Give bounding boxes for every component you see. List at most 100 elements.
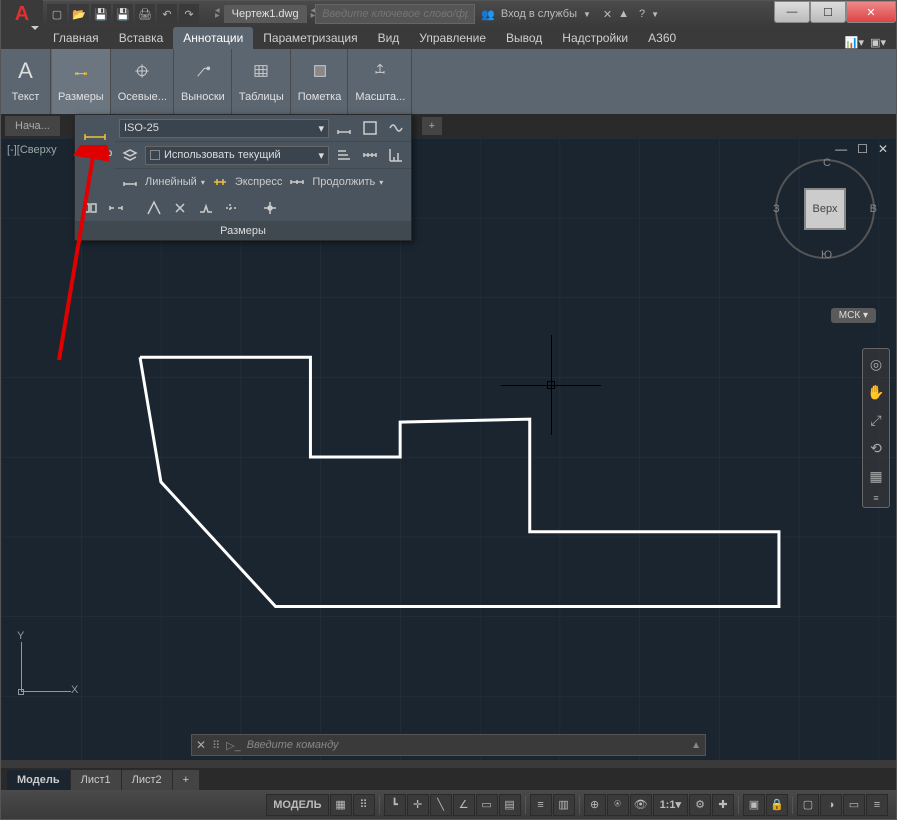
nav-expand-icon[interactable]: ≡ [865,493,887,503]
ribbon-minimize-icon[interactable]: ▣▾ [870,36,886,49]
dim-update-icon[interactable] [333,118,355,138]
nav-pan-icon[interactable]: ✋ [865,381,887,403]
tab-tools-icon[interactable]: 📊▾ [845,36,864,49]
dim-style-dropdown[interactable]: ISO-25▾ [119,119,329,138]
dim-reassoc-icon[interactable] [259,198,281,218]
search-input[interactable] [315,4,475,24]
new-file-tab-button[interactable]: + [422,117,442,135]
status-lockui-icon[interactable]: 🔒 [766,794,788,816]
status-otrack-icon[interactable]: ▤ [499,794,521,816]
status-ortho-icon[interactable]: ┗ [384,794,406,816]
ribbon-panel-centerlines[interactable]: Осевые... [112,49,174,114]
tab-a360[interactable]: A360 [638,27,686,49]
tab-view[interactable]: Вид [368,27,410,49]
dim-linear-label[interactable]: Линейный [145,176,197,188]
ribbon-panel-scale[interactable]: Масшта... [349,49,412,114]
dim-chain-icon[interactable] [359,145,381,165]
dim-baseline-icon[interactable] [333,145,355,165]
app-menu-button[interactable]: A [1,0,43,34]
close-button[interactable]: ✕ [846,1,896,23]
ribbon-panel-leaders[interactable]: Выноски [175,49,232,114]
dim-quick-label[interactable]: Экспресс [235,176,283,188]
maximize-button[interactable]: ☐ [810,1,846,23]
dim-override-icon[interactable] [359,118,381,138]
layout-tab-add[interactable]: + [173,770,199,790]
status-polar-icon[interactable]: ✛ [407,794,429,816]
layout-tab-sheet1[interactable]: Лист1 [71,770,121,790]
status-grid-icon[interactable]: ▦ [330,794,352,816]
ribbon-panel-dimensions[interactable]: Размеры [52,49,111,114]
status-units-icon[interactable]: ✚ [712,794,734,816]
dim-center-icon[interactable] [169,198,191,218]
status-annomonitor-icon[interactable]: ⊕ [584,794,606,816]
dim-space-icon[interactable] [105,198,127,218]
dim-jog-icon[interactable] [195,198,217,218]
qat-new-icon[interactable]: ▢ [47,4,67,24]
tab-addins[interactable]: Надстройки [552,27,638,49]
status-transparency-icon[interactable]: ▥ [553,794,575,816]
cmdline-handle-icon[interactable]: ⠿ [212,739,220,752]
dim-oblique-icon[interactable] [221,198,243,218]
qat-open-icon[interactable]: 📂 [69,4,89,24]
exchange-icon[interactable]: ✕ [603,8,612,21]
ribbon-panel-tables[interactable]: Таблицы [233,49,291,114]
minimize-button[interactable]: — [774,1,810,23]
viewcube[interactable]: Верх С Ю В З [770,154,880,264]
tab-manage[interactable]: Управление [409,27,496,49]
layout-tab-sheet2[interactable]: Лист2 [122,770,172,790]
tab-output[interactable]: Вывод [496,27,552,49]
dim-ordinate-icon[interactable] [385,145,407,165]
doc-tab-arrows-icon[interactable]: ◀▶ [215,9,220,19]
status-hardwareaccel-icon[interactable]: ▢ [797,794,819,816]
dim-break-icon[interactable] [79,198,101,218]
status-lineweight-icon[interactable]: ≡ [530,794,552,816]
signin-area[interactable]: 👥 Вход в службы ▼ ✕ ▲ ? ▼ [481,8,659,21]
cmdline-history-icon[interactable]: ▲ [691,740,701,751]
tab-parametric[interactable]: Параметризация [253,27,367,49]
status-workspace-icon[interactable]: ⚙ [689,794,711,816]
command-input[interactable]: Введите команду [247,739,685,751]
status-osnap-icon[interactable]: ∠ [453,794,475,816]
ribbon-panel-markup[interactable]: Пометка [292,49,349,114]
status-modelspace-button[interactable]: МОДЕЛЬ [266,794,328,816]
dim-quick-icon[interactable] [209,172,231,192]
dim-tolerance-icon[interactable] [143,198,165,218]
qat-save-icon[interactable]: 💾 [91,4,111,24]
start-tab[interactable]: Нача... [5,116,60,136]
dim-continue-label[interactable]: Продолжить [312,176,375,188]
qat-undo-icon[interactable]: ↶ [157,4,177,24]
ucs-icon[interactable]: X Y [13,630,83,700]
status-snapmode-icon[interactable]: ⠿ [353,794,375,816]
qat-plot-icon[interactable]: 🖨 [135,4,155,24]
status-isodraft-icon[interactable]: ╲ [430,794,452,816]
tab-home[interactable]: Главная [43,27,109,49]
dim-continue-icon[interactable] [286,172,308,192]
nav-orbit-icon[interactable]: ⟲ [865,437,887,459]
viewcube-top-face[interactable]: Верх [804,188,846,230]
cmdline-close-icon[interactable]: ✕ [196,738,206,752]
status-quickprops-icon[interactable]: ▣ [743,794,765,816]
dim-inspect-icon[interactable] [385,118,407,138]
status-annoscale-icon[interactable]: ⍟ [607,794,629,816]
dim-smart-icon[interactable] [81,121,109,146]
help-icon[interactable]: ? [639,8,645,20]
ribbon-panel-text[interactable]: A Текст [1,49,51,114]
dim-layer-dropdown[interactable]: Использовать текущий▾ [145,146,329,165]
status-isolate-icon[interactable]: ◑ [820,794,842,816]
status-annovisibility-icon[interactable]: 👁 [630,794,652,816]
status-3dosnap-icon[interactable]: ▭ [476,794,498,816]
status-cleanscreen-icon[interactable]: ▭ [843,794,865,816]
status-scale-button[interactable]: 1:1 ▾ [653,794,688,816]
command-line[interactable]: ✕ ⠿ ▷_ Введите команду ▲ [191,734,706,756]
qat-saveas-icon[interactable]: 💾 [113,4,133,24]
wcs-badge[interactable]: МСК ▾ [831,308,876,323]
tab-insert[interactable]: Вставка [109,27,174,49]
qat-redo-icon[interactable]: ↷ [179,4,199,24]
nav-showmotion-icon[interactable]: ▦ [865,465,887,487]
tab-annotate[interactable]: Аннотации [173,27,253,49]
status-customize-icon[interactable]: ≡ [866,794,888,816]
dim-linear-icon[interactable] [119,172,141,192]
a360-icon[interactable]: ▲ [618,8,629,20]
nav-zoom-icon[interactable]: ⤢ [865,409,887,431]
nav-fullnav-icon[interactable]: ◎ [865,353,887,375]
